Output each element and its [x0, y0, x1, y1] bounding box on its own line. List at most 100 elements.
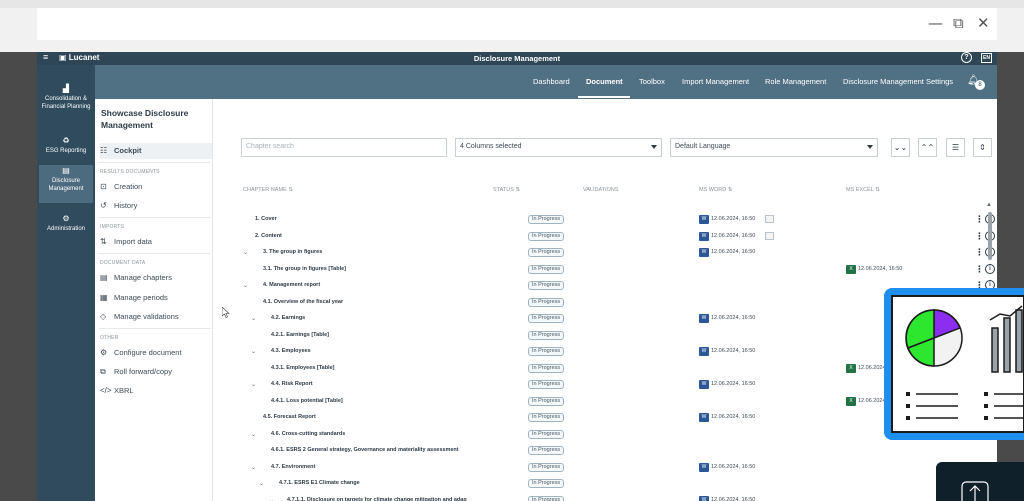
list-view-button[interactable]: ☰ [946, 138, 965, 157]
more-options-icon[interactable]: ⋮ [975, 230, 984, 242]
ms-word-file[interactable]: W 12.06.2024, 16:50 [699, 413, 755, 422]
table-row[interactable]: 3.1. The group in figures [Table] In Prog… [213, 262, 997, 278]
document-thumbnail[interactable] [765, 231, 774, 240]
tab-dm-settings[interactable]: Disclosure Management Settings [843, 77, 953, 86]
more-options-icon[interactable]: ⋮ [975, 263, 984, 275]
table-row[interactable]: ⌄ 4.7.1. ESRS E1 Climate change In Progres… [213, 476, 997, 492]
expand-all-button[interactable]: ⌄⌄ [891, 138, 910, 157]
notifications-button[interactable]: 🔔︎ 8 [967, 75, 985, 90]
fit-height-button[interactable]: ⇕ [973, 138, 992, 157]
chapter-name[interactable]: 4.7.1. ESRS E1 Climate change [279, 480, 360, 487]
chapter-name[interactable]: 4.7.1.1. Disclosure on targets for clima… [287, 497, 467, 501]
chapter-name[interactable]: 3.1. The group in figures [Table] [263, 266, 346, 273]
ms-word-file[interactable]: W 12.06.2024, 16:50 [699, 347, 755, 356]
chevron-down-icon[interactable]: ⌄ [251, 431, 256, 438]
sidebar-item-history[interactable]: ↺ History [100, 198, 212, 214]
chapter-name[interactable]: 4.4.1. Loss potential [Table] [271, 398, 343, 405]
chevron-down-icon[interactable]: ⌄ [251, 464, 256, 471]
chevron-down-icon[interactable]: ⌄ [243, 249, 248, 256]
ms-word-file[interactable]: W 12.06.2024, 16:50 [699, 231, 755, 241]
nav-consolidation[interactable]: ▟ Consolidation & Financial Planning [39, 83, 93, 111]
table-row[interactable]: ⌄ 3. The group in figures In Progress W 12.0… [213, 245, 997, 261]
collapse-all-button[interactable]: ⌃⌃ [918, 138, 937, 157]
chapter-name[interactable]: 2. Content [255, 233, 282, 240]
header-ms-word[interactable]: MS WORD ⇅ [699, 187, 732, 193]
nav-esg[interactable]: ♻ ESG Reporting [39, 135, 93, 155]
table-row[interactable]: 4.1. Overview of the fiscal year In Progr… [213, 295, 997, 311]
chevron-down-icon[interactable]: ⌄ [269, 497, 274, 501]
chevron-down-icon[interactable]: ⌄ [259, 480, 264, 487]
chapter-name[interactable]: 4.7. Environment [271, 464, 315, 471]
table-row[interactable]: 2. Content In Progress W 12.06.2024, 16:50 ⋮… [213, 229, 997, 245]
header-chapter-name[interactable]: CHAPTER NAME ⇅ [243, 187, 293, 193]
chapter-name[interactable]: 1. Cover [255, 216, 277, 223]
chapter-name[interactable]: 4.3. Employees [271, 348, 311, 355]
tab-document[interactable]: Document [586, 77, 623, 86]
info-icon[interactable]: i [985, 263, 995, 274]
document-thumbnail[interactable] [765, 215, 774, 223]
scrollbar-thumb[interactable] [988, 212, 992, 260]
help-icon[interactable]: ? [961, 52, 972, 63]
sidebar-item-import-data[interactable]: ⇅ Import data [100, 234, 212, 250]
table-row[interactable]: ⌄ 4. Management report In Progress ⋮ i [213, 278, 997, 294]
nav-disclosure[interactable]: ▤ Disclosure Management [39, 165, 93, 203]
minimize-icon[interactable]: — [928, 14, 943, 32]
chapter-name[interactable]: 4.1. Overview of the fiscal year [263, 299, 343, 306]
close-icon[interactable]: ✕ [977, 14, 990, 32]
table-row[interactable]: ⌄ 4.2. Earnings In Progress W 12.06.2024, 16… [213, 311, 997, 327]
ms-word-file[interactable]: W 12.06.2024, 16:50 [699, 495, 755, 501]
more-options-icon[interactable]: ⋮ [975, 213, 984, 225]
table-row[interactable]: ⌄ 4.6. Cross-cutting standards In Progress [213, 427, 997, 443]
sidebar-item-cockpit[interactable]: ☷ Cockpit [100, 143, 212, 159]
chevron-down-icon[interactable]: ⌄ [243, 282, 248, 289]
chapter-name[interactable]: 3. The group in figures [263, 249, 322, 256]
ms-word-file[interactable]: W 12.06.2024, 16:50 [699, 380, 755, 389]
chapter-name[interactable]: 4.6.1. ESRS 2 General strategy, Governan… [271, 447, 459, 454]
chapter-name[interactable]: 4.4. Risk Report [271, 381, 313, 388]
table-row[interactable]: ⌄ 4.4. Risk Report In Progress W 12.06.2024,… [213, 377, 997, 393]
chapter-name[interactable]: 4.2.1. Earnings [Table] [271, 332, 329, 339]
sidebar-item-xbrl[interactable]: </> XBRL [100, 383, 212, 399]
table-row[interactable]: 4.4.1. Loss potential [Table] In Progress… [213, 394, 997, 410]
sidebar-item-manage-periods[interactable]: ▦ Manage periods [100, 290, 212, 306]
table-row[interactable]: 4.6.1. ESRS 2 General strategy, Governan… [213, 443, 997, 459]
sidebar-item-manage-validations[interactable]: ◇ Manage validations [100, 309, 212, 325]
chapter-name[interactable]: 4.3.1. Employees [Table] [271, 365, 334, 372]
ms-word-file[interactable]: W 12.06.2024, 16:50 [699, 314, 755, 323]
tab-toolbox[interactable]: Toolbox [639, 77, 665, 86]
language-select[interactable]: Default Language [670, 138, 878, 157]
columns-select[interactable]: 4 Columns selected [455, 138, 662, 157]
scroll-up-icon[interactable]: ▲ [986, 202, 992, 208]
tab-import-management[interactable]: Import Management [682, 77, 749, 86]
table-row[interactable]: 4.3.1. Employees [Table] In Progress X 12.0… [213, 361, 997, 377]
sidebar-item-roll-forward[interactable]: ⧉ Roll forward/copy [100, 364, 212, 380]
chevron-down-icon[interactable]: ⌄ [251, 315, 256, 322]
table-row[interactable]: ⌄ 4.3. Employees In Progress W 12.06.2024, 1… [213, 344, 997, 360]
ms-word-file[interactable]: W 12.06.2024, 16:50 [699, 462, 755, 472]
chapter-name[interactable]: 4. Management report [263, 282, 320, 289]
tab-dashboard[interactable]: Dashboard [533, 77, 570, 86]
tab-role-management[interactable]: Role Management [765, 77, 826, 86]
chapter-name[interactable]: 4.5. Forecast Report [263, 414, 316, 421]
sidebar-item-manage-chapters[interactable]: ▤ Manage chapters [100, 270, 212, 286]
table-row[interactable]: 4.2.1. Earnings [Table] In Progress [213, 328, 997, 344]
sidebar-item-creation[interactable]: ⊡ Creation [100, 179, 212, 195]
table-row[interactable]: 1. CoverIn ProgressW12.06.2024, 16:50⋮i [213, 212, 997, 228]
table-row[interactable]: ⌄ 4.7.1.1. Disclosure on targets for clim… [213, 493, 997, 501]
more-options-icon[interactable]: ⋮ [975, 246, 984, 258]
table-row[interactable]: ⌄ 4.7. Environment In Progress W 12.06.2024,… [213, 460, 997, 476]
ms-excel-file[interactable]: X 12.06.2024, 16:50 [846, 264, 902, 274]
chevron-down-icon[interactable]: ⌄ [251, 381, 256, 388]
sidebar-item-configure-document[interactable]: ⚙ Configure document [100, 345, 212, 361]
chevron-down-icon[interactable]: ⌄ [251, 348, 256, 355]
header-status[interactable]: STATUS ⇅ [493, 187, 520, 193]
nav-administration[interactable]: ⚙ Administration [39, 213, 93, 233]
table-row[interactable]: 4.5. Forecast Report In Progress W 12.06.20… [213, 410, 997, 426]
header-ms-excel[interactable]: MS EXCEL ⇅ [846, 187, 880, 193]
language-button[interactable]: EN [981, 53, 992, 63]
restore-icon[interactable]: ⧉ [953, 14, 964, 32]
chapter-name[interactable]: 4.6. Cross-cutting standards [271, 431, 345, 438]
ms-word-file[interactable]: W 12.06.2024, 16:50 [699, 215, 755, 224]
chapter-name[interactable]: 4.2. Earnings [271, 315, 305, 322]
ms-word-file[interactable]: W 12.06.2024, 16:50 [699, 248, 755, 257]
